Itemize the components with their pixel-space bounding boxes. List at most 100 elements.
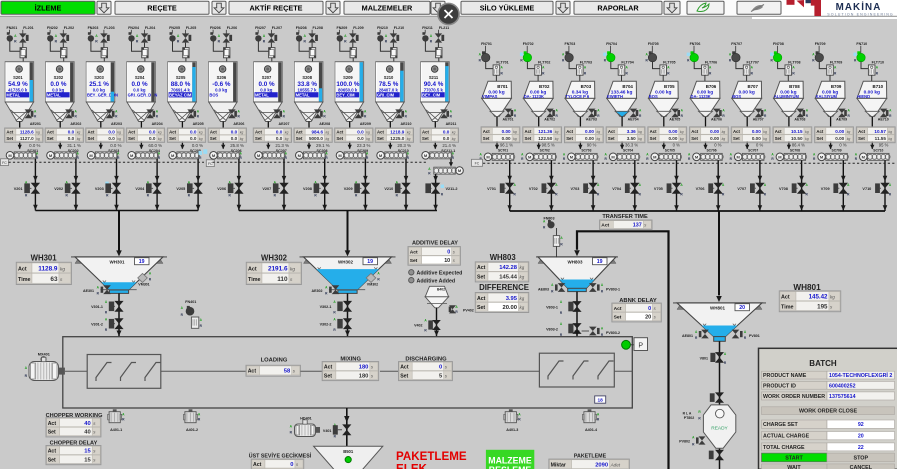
svg-text:SC707: SC707 <box>748 148 758 152</box>
svg-text:0.0: 0.0 <box>108 130 115 135</box>
svg-text:2191.6: 2191.6 <box>268 265 288 272</box>
svg-text:AE301: AE301 <box>83 289 94 293</box>
svg-text:20.00: 20.00 <box>502 305 517 311</box>
svg-text:137575614: 137575614 <box>829 394 856 400</box>
svg-text:kg: kg <box>199 131 203 135</box>
svg-text:S209: S209 <box>343 75 353 80</box>
svg-text:V301-2: V301-2 <box>91 323 103 327</box>
svg-text:Set: Set <box>169 136 176 141</box>
svg-text:A401-3: A401-3 <box>506 428 518 432</box>
svg-text:kg: kg <box>452 131 456 135</box>
svg-text:Act: Act <box>336 130 343 135</box>
svg-text:PRODUCT NAME: PRODUCT NAME <box>763 373 807 379</box>
svg-text:Set: Set <box>48 430 56 436</box>
svg-text:B703: B703 <box>581 84 592 89</box>
svg-text:Set: Set <box>566 136 573 141</box>
svg-text:AE704: AE704 <box>628 118 639 122</box>
svg-text:BOS: BOS <box>649 94 658 99</box>
svg-text:Set: Set <box>650 136 657 141</box>
svg-text:AE710: AE710 <box>878 118 889 122</box>
svg-text:AE705: AE705 <box>669 118 680 122</box>
svg-text:İZLEME: İZLEME <box>35 3 62 12</box>
svg-text:0: 0 <box>648 306 651 312</box>
svg-text:SC708: SC708 <box>790 148 800 152</box>
svg-text:FN204: FN204 <box>128 26 139 30</box>
svg-text:180: 180 <box>359 374 369 380</box>
svg-text:5000.0: 5000.0 <box>309 136 323 141</box>
svg-text:V207: V207 <box>262 187 271 191</box>
svg-text:FC: FC <box>2 161 7 165</box>
svg-text:3.50: 3.50 <box>627 136 636 141</box>
svg-text:Act: Act <box>601 223 609 229</box>
svg-text:FC: FC <box>208 162 213 166</box>
svg-text:0: 0 <box>290 462 293 468</box>
svg-text:145.44: 145.44 <box>499 275 518 281</box>
svg-text:AE207: AE207 <box>279 122 290 126</box>
svg-text:FN703: FN703 <box>565 42 576 46</box>
svg-text:kg: kg <box>830 295 835 300</box>
svg-text:BEY_CIM: BEY_CIM <box>422 93 441 98</box>
svg-text:kg: kg <box>117 137 121 141</box>
svg-text:VM301: VM301 <box>138 282 149 286</box>
svg-text:kg: kg <box>285 131 289 135</box>
svg-text:1128.9: 1128.9 <box>38 265 58 272</box>
svg-text:V801: V801 <box>700 356 708 360</box>
svg-text:Adet: Adet <box>610 462 621 467</box>
svg-text:WORK ORDER CLOSE: WORK ORDER CLOSE <box>799 409 858 415</box>
svg-text:Set: Set <box>608 136 615 141</box>
svg-text:kg: kg <box>722 130 726 134</box>
svg-text:FN207: FN207 <box>255 26 266 30</box>
svg-text:Set: Set <box>255 136 262 141</box>
svg-text:0.00: 0.00 <box>752 136 761 141</box>
svg-text:VIMPAS: VIMPAS <box>482 94 498 99</box>
svg-text:kg: kg <box>847 130 851 134</box>
svg-text:WH801: WH801 <box>710 306 726 311</box>
svg-text:kg: kg <box>36 137 40 141</box>
svg-text:kg: kg <box>158 131 162 135</box>
svg-text:VM302: VM302 <box>367 282 378 286</box>
svg-text:AE203: AE203 <box>111 122 122 126</box>
svg-text:Act: Act <box>48 421 57 427</box>
svg-text:HIEND: HIEND <box>857 94 870 99</box>
svg-text:WH301: WH301 <box>109 260 125 265</box>
svg-text:137: 137 <box>633 223 642 229</box>
svg-text:B705: B705 <box>664 84 675 89</box>
svg-text:SC701: SC701 <box>498 148 508 152</box>
svg-text:B709: B709 <box>831 84 842 89</box>
svg-text:142.28: 142.28 <box>499 265 518 271</box>
svg-text:kg: kg <box>158 137 162 141</box>
svg-text:kg: kg <box>513 137 517 141</box>
svg-text:SC703: SC703 <box>581 148 591 152</box>
svg-text:AE702: AE702 <box>544 118 555 122</box>
svg-text:15: 15 <box>84 458 91 464</box>
svg-text:Act: Act <box>614 306 622 312</box>
svg-text:0.0: 0.0 <box>108 136 115 141</box>
svg-text:Act: Act <box>733 129 740 134</box>
svg-text:90 %: 90 % <box>587 143 597 148</box>
svg-text:0.00: 0.00 <box>668 129 677 134</box>
svg-text:V703: V703 <box>571 187 580 191</box>
svg-text:22: 22 <box>858 445 864 451</box>
svg-text:SC706: SC706 <box>706 148 716 152</box>
svg-text:Act: Act <box>781 295 790 301</box>
svg-text:600400252: 600400252 <box>829 383 856 389</box>
svg-text:kg: kg <box>555 130 559 134</box>
svg-text:Act: Act <box>608 129 615 134</box>
svg-text:PV803-2: PV803-2 <box>606 331 620 335</box>
svg-text:Act: Act <box>566 129 573 134</box>
svg-text:20: 20 <box>858 434 864 440</box>
svg-text:25.8 %: 25.8 % <box>230 143 244 148</box>
svg-text:TRANSFER TIME: TRANSFER TIME <box>602 214 648 220</box>
svg-text:0.00: 0.00 <box>752 129 761 134</box>
svg-text:Act: Act <box>6 130 13 135</box>
svg-text:0.00: 0.00 <box>585 136 594 141</box>
svg-text:0 %: 0 % <box>839 143 846 148</box>
svg-text:S207: S207 <box>262 75 272 80</box>
svg-text:0.00: 0.00 <box>835 129 844 134</box>
svg-text:0.0: 0.0 <box>190 130 197 135</box>
svg-text:V208: V208 <box>303 187 312 191</box>
svg-text:3.36: 3.36 <box>627 129 636 134</box>
svg-text:Time: Time <box>248 277 260 283</box>
svg-text:15: 15 <box>84 449 91 455</box>
svg-text:V803-2: V803-2 <box>546 327 558 331</box>
